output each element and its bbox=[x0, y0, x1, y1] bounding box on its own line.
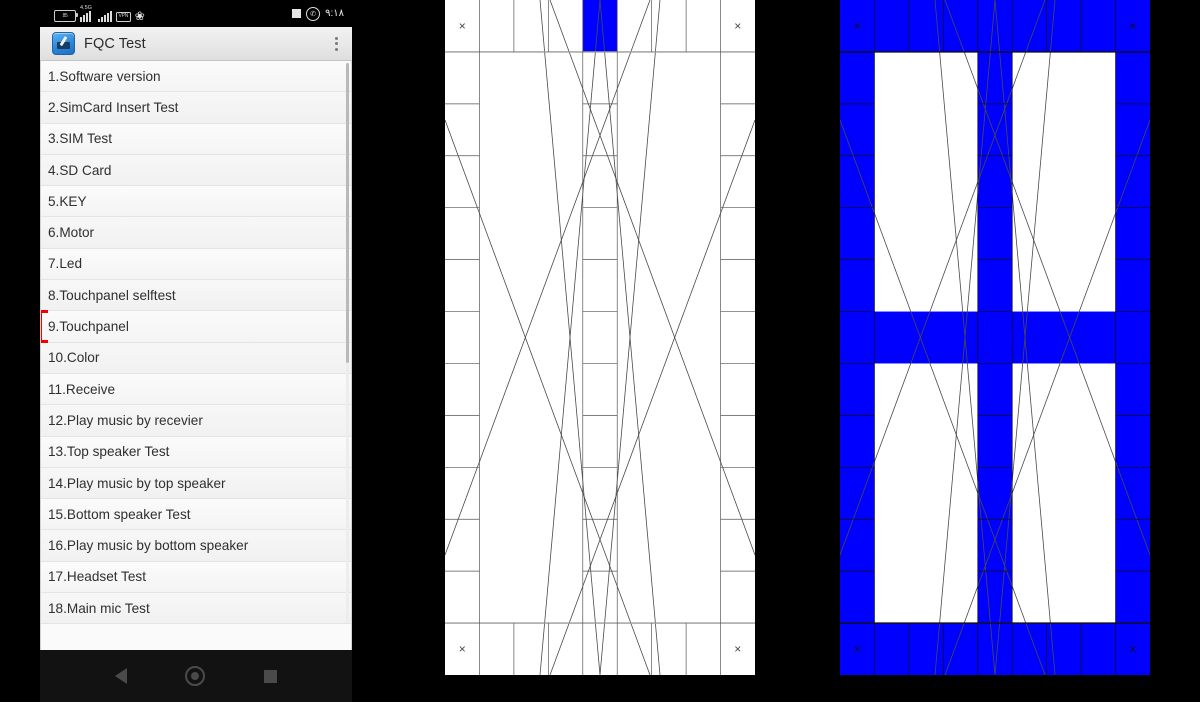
test-menu-list[interactable]: 1.Software version 2.SimCard Insert Test 3… bbox=[40, 61, 352, 650]
list-item[interactable]: 15.Bottom speaker Test bbox=[41, 499, 351, 531]
app-bar: FQC Test bbox=[40, 27, 352, 61]
whatsapp-icon: ✆ bbox=[306, 6, 321, 21]
list-item-label: 15.Bottom speaker Test bbox=[48, 506, 191, 522]
home-circle-icon[interactable] bbox=[185, 666, 206, 686]
status-clock: ٩:١٨ bbox=[325, 8, 344, 19]
list-item-label: 16.Play music by bottom speaker bbox=[48, 538, 249, 554]
menu-list-container: 1.Software version 2.SimCard Insert Test 3… bbox=[41, 61, 351, 625]
list-item-label: 11.Receive bbox=[48, 381, 115, 397]
list-item-label: 5.KEY bbox=[48, 193, 87, 209]
list-item[interactable]: 17.Headset Test bbox=[41, 561, 351, 594]
list-item[interactable]: 2.SimCard Insert Test bbox=[41, 92, 351, 124]
back-triangle-icon[interactable] bbox=[115, 668, 128, 684]
svg-text:×: × bbox=[854, 642, 861, 656]
list-item-label: 2.SimCard Insert Test bbox=[48, 99, 179, 115]
touchpanel-grid-svg-progress[interactable]: × × × × bbox=[840, 0, 1150, 675]
list-item-label: 3.SIM Test bbox=[48, 131, 112, 147]
list-item-label: 6.Motor bbox=[48, 225, 95, 241]
recents-square-icon[interactable] bbox=[263, 669, 277, 683]
status-bar-right: ✆ ٩:١٨ bbox=[292, 6, 344, 21]
network-type-label: 4.5G bbox=[80, 4, 92, 11]
android-nav-bar bbox=[40, 650, 352, 702]
signal-icon-secondary bbox=[98, 10, 112, 22]
list-item[interactable]: 11.Receive bbox=[41, 373, 351, 406]
touchpanel-test-grid-progress[interactable]: × × × × bbox=[840, 0, 1150, 675]
list-item[interactable]: 9.Touchpanel bbox=[41, 311, 351, 343]
list-item[interactable]: 6.Motor bbox=[41, 217, 351, 249]
list-item-label: 13.Top speaker Test bbox=[48, 444, 170, 460]
list-item-label: 12.Play music by recevier bbox=[48, 412, 203, 428]
list-item-label: 8.Touchpanel selftest bbox=[48, 287, 176, 303]
battery-icon: 85 bbox=[54, 9, 78, 22]
bluetooth-icon: ❀ bbox=[134, 8, 145, 23]
list-item[interactable]: 5.KEY bbox=[41, 186, 351, 218]
list-item[interactable]: 16.Play music by bottom speaker bbox=[41, 530, 351, 562]
svg-text:×: × bbox=[734, 19, 741, 33]
page-title: FQC Test bbox=[84, 35, 146, 52]
svg-text:×: × bbox=[459, 19, 466, 33]
phone-panel: 85 4.5G VPN ❀ ✆ ٩:١٨ FQC Test 1.Software… bbox=[40, 0, 352, 702]
list-item[interactable]: 13.Top speaker Test bbox=[41, 436, 351, 468]
notification-square-icon bbox=[292, 9, 302, 18]
list-item[interactable]: 7.Led bbox=[41, 248, 351, 281]
list-item[interactable]: 10.Color bbox=[41, 342, 351, 374]
signal-icon-primary: 4.5G bbox=[80, 5, 94, 22]
fqc-app-icon bbox=[52, 32, 75, 55]
status-bar-left: 85 4.5G VPN ❀ bbox=[54, 5, 145, 23]
list-item-label: 14.Play music by top speaker bbox=[48, 475, 226, 491]
touchpanel-grid-svg-start[interactable]: × × × × bbox=[445, 0, 755, 675]
list-item-label: 4.SD Card bbox=[48, 162, 112, 178]
touchpanel-test-grid-start[interactable]: × × × × bbox=[445, 0, 755, 675]
list-item[interactable]: 12.Play music by recevier bbox=[41, 405, 351, 437]
svg-text:×: × bbox=[854, 19, 861, 33]
screen-root: 85 4.5G VPN ❀ ✆ ٩:١٨ FQC Test 1.Software… bbox=[0, 0, 1200, 702]
list-item[interactable]: 14.Play music by top speaker bbox=[41, 467, 351, 500]
list-item-label: 17.Headset Test bbox=[48, 569, 146, 585]
overflow-menu-icon[interactable] bbox=[332, 34, 341, 54]
list-item-label: 1.Software version bbox=[48, 68, 161, 84]
svg-text:×: × bbox=[1129, 642, 1136, 656]
list-item-label: 18.Main mic Test bbox=[48, 600, 150, 616]
list-item[interactable]: 1.Software version bbox=[41, 61, 351, 93]
svg-text:×: × bbox=[1129, 19, 1136, 33]
scrollbar-thumb[interactable] bbox=[346, 63, 349, 363]
list-item-label: 10.Color bbox=[48, 350, 100, 366]
status-bar: 85 4.5G VPN ❀ ✆ ٩:١٨ bbox=[40, 0, 352, 27]
list-item[interactable]: 4.SD Card bbox=[41, 154, 351, 187]
list-item[interactable]: 3.SIM Test bbox=[41, 123, 351, 155]
vpn-icon: VPN bbox=[116, 11, 131, 22]
list-item[interactable]: 8.Touchpanel selftest bbox=[41, 280, 351, 312]
annotation-marker bbox=[41, 310, 48, 344]
list-item[interactable]: 18.Main mic Test bbox=[41, 593, 351, 625]
svg-text:×: × bbox=[459, 642, 466, 656]
svg-text:×: × bbox=[734, 642, 741, 656]
list-item-label: 9.Touchpanel bbox=[48, 319, 129, 335]
list-item-label: 7.Led bbox=[48, 256, 83, 272]
